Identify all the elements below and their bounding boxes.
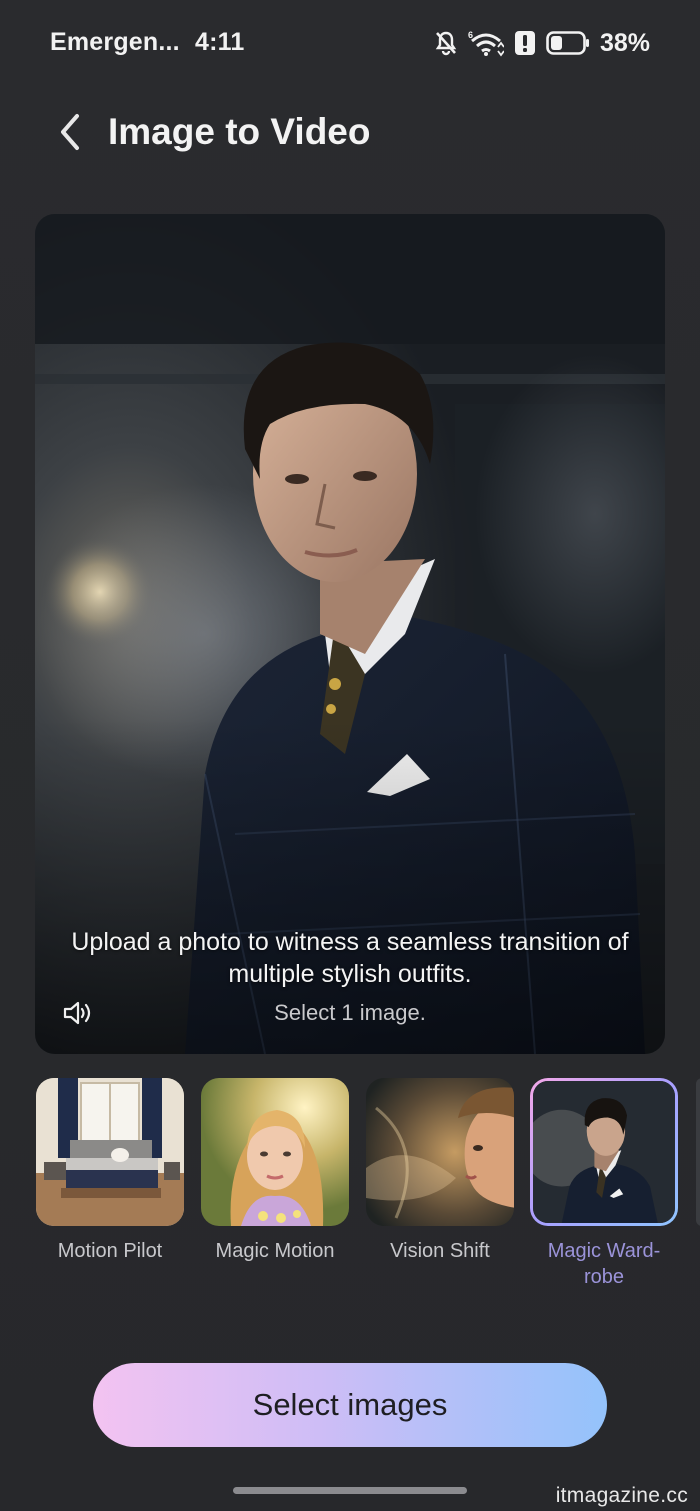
header: Image to Video [0, 100, 700, 164]
clock: 4:11 [194, 28, 245, 56]
carrier-label: Emergen... [50, 28, 180, 56]
effect-thumbnail [366, 1078, 514, 1226]
man-in-suit-image [533, 1081, 675, 1223]
status-right: 6 38% [434, 28, 650, 58]
wifi-icon: 6 [468, 30, 504, 57]
watermark: itmagazine.cc [555, 1484, 688, 1507]
effect-vision-shift[interactable]: Vision Shift [366, 1078, 514, 1264]
select-hint: Select 1 image. [274, 1000, 426, 1025]
effect-list: Motion Pilot Magic Motion Vision Shift M… [0, 1078, 700, 1298]
bell-muted-icon [435, 31, 457, 56]
effect-magic-motion[interactable]: Magic Motion [201, 1078, 349, 1264]
home-indicator[interactable] [233, 1487, 467, 1494]
effect-label: Vision Shift [390, 1240, 490, 1262]
portrait-girl-image [201, 1078, 349, 1226]
svg-text:6: 6 [468, 30, 473, 40]
select-images-label: Select images [252, 1387, 448, 1422]
select-images-button[interactable]: Select images [93, 1363, 607, 1447]
effect-thumbnail [201, 1078, 349, 1226]
sound-toggle-button[interactable] [62, 998, 94, 1028]
page-title: Image to Video [108, 111, 371, 152]
alert-icon [514, 31, 535, 55]
chevron-left-icon [61, 114, 79, 150]
profile-woman-image [366, 1078, 514, 1226]
bedroom-image [36, 1078, 184, 1226]
effect-motion-pilot[interactable]: Motion Pilot [36, 1078, 184, 1264]
back-button[interactable] [50, 108, 90, 156]
battery-icon [546, 31, 589, 55]
screen: Emergen... 4:11 6 38% Image to Video Upl… [0, 0, 700, 1511]
battery-percent: 38% [599, 28, 650, 57]
effect-label: Motion Pilot [57, 1240, 163, 1262]
effect-thumbnail [530, 1078, 678, 1226]
effect-thumbnail [36, 1078, 184, 1226]
status-bar: Emergen... 4:11 6 38% [0, 0, 700, 88]
effect-label: Magic Motion [215, 1240, 335, 1262]
status-left: Emergen... 4:11 [50, 28, 244, 57]
preview-caption: Upload a photo to witness a seamless tra… [71, 928, 629, 988]
effect-next-partial[interactable] [696, 1078, 700, 1226]
effect-magic-wardrobe[interactable]: Magic Ward-robe [530, 1078, 678, 1290]
effect-label: Magic Ward-robe [547, 1240, 661, 1288]
speaker-icon [63, 1001, 91, 1025]
